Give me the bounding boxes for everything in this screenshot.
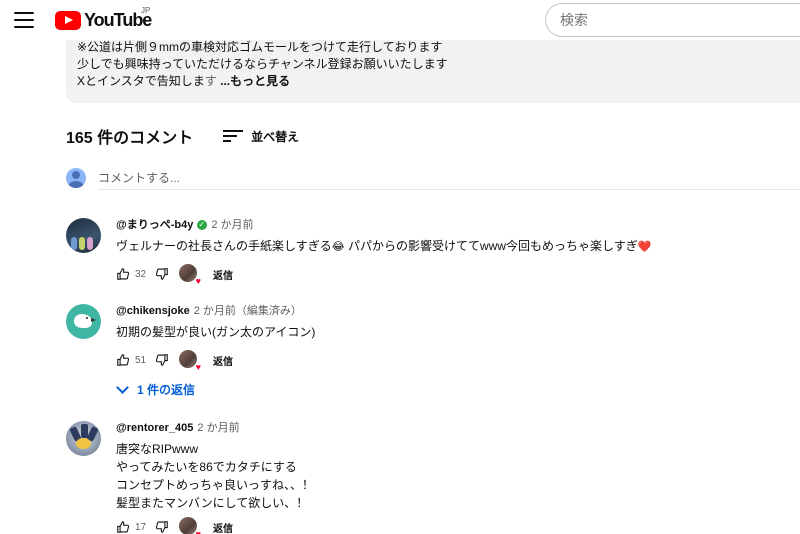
description-line: Xとインスタで告知します ...もっと見る	[77, 73, 800, 90]
sort-icon	[223, 129, 244, 143]
comment-text-part: ヴェルナーの社長さんの手紙楽しすぎる	[116, 239, 332, 253]
thumb-up-icon[interactable]	[116, 353, 130, 367]
comment-actions: 51 ♥ 返信	[116, 350, 233, 372]
comment-text-part: パパからの影響受けててwww今回もめっちゃ楽しすぎ	[347, 239, 638, 253]
menu-icon[interactable]	[14, 12, 34, 28]
comment-meta: @rentorer_405 2 か月前	[116, 421, 314, 435]
comments-header: 165 件のコメント 並べ替え	[66, 124, 299, 148]
reply-button[interactable]: 返信	[213, 520, 233, 534]
heart-emoji-icon: ❤️	[637, 241, 652, 253]
thumb-down-icon[interactable]	[155, 520, 169, 534]
replies-count: 1 件の返信	[137, 383, 196, 397]
comment-time[interactable]: 2 か月前	[211, 218, 253, 232]
sort-button[interactable]: 並べ替え	[223, 128, 299, 145]
laughing-emoji-icon: 😂	[331, 241, 345, 253]
comment-author[interactable]: @chikensjoke	[116, 304, 190, 318]
description-trail: す	[204, 74, 217, 88]
avatar	[66, 168, 86, 188]
avatar[interactable]	[66, 421, 101, 456]
sort-label: 並べ替え	[251, 129, 300, 144]
comment-body: @rentorer_405 2 か月前 唐突なRIPwww やってみたいを86で…	[116, 421, 314, 512]
creator-avatar	[179, 264, 197, 282]
thumb-up-icon[interactable]	[116, 520, 130, 534]
youtube-logo[interactable]: YouTube	[55, 10, 152, 30]
comment-text: 唐突なRIPwww やってみたいを86でカタチにする コンセプトめっちゃ良いっす…	[116, 440, 314, 512]
comment-line: 唐突なRIPwww	[116, 442, 199, 456]
youtube-play-icon	[55, 10, 81, 30]
comment-line: 髪型またマンバンにして欲しい、！	[116, 496, 309, 510]
comment-line: コンセプトめっちゃ良いっすね、、！	[116, 478, 315, 492]
comment-actions: 17 ♥ 返信	[116, 517, 233, 534]
creator-heart: ♥	[179, 517, 201, 534]
comment-author[interactable]: @rentorer_405	[116, 421, 193, 435]
creator-avatar	[179, 517, 197, 534]
video-description[interactable]: ※公道は片側９mmの車検対応ゴムモールをつけて走行しております 少しでも興味持っ…	[66, 40, 800, 103]
comment-actions: 32 ♥ 返信	[116, 264, 233, 286]
comment-thread: @rentorer_405 2 か月前 唐突なRIPwww やってみたいを86で…	[66, 421, 786, 534]
reply-button[interactable]: 返信	[213, 353, 233, 368]
comment-line: やってみたいを86でカタチにする	[116, 460, 297, 474]
description-line: 少しでも興味持っていただけるならチャンネル登録お願いいたします	[77, 57, 448, 71]
comment-thread: @まりっぺ-b4y 2 か月前 ヴェルナーの社長さんの手紙楽しすぎる😂 パパから…	[66, 218, 786, 288]
comment-text: ヴェルナーの社長さんの手紙楽しすぎる😂 パパからの影響受けててwww今回もめっち…	[116, 237, 651, 256]
verified-icon	[197, 218, 208, 232]
comment-body: @chikensjoke 2 か月前（編集済み） 初期の髪型が良い(ガン太のアイ…	[116, 304, 315, 341]
bird-icon	[74, 314, 92, 328]
show-more-button[interactable]: ...もっと見る	[220, 74, 290, 88]
description-text: Xとインスタで告知しま	[77, 74, 205, 88]
comment-time[interactable]: 2 か月前	[197, 421, 239, 435]
heart-icon: ♥	[195, 276, 201, 286]
search-input[interactable]	[545, 3, 800, 37]
creator-heart: ♥	[179, 350, 201, 372]
comment-body: @まりっぺ-b4y 2 か月前 ヴェルナーの社長さんの手紙楽しすぎる😂 パパから…	[116, 218, 651, 256]
avatar[interactable]	[66, 304, 101, 339]
thumb-up-icon[interactable]	[116, 267, 130, 281]
add-comment	[66, 166, 800, 191]
comment-text: 初期の髪型が良い(ガン太のアイコン)	[116, 325, 316, 339]
comment-meta: @chikensjoke 2 か月前（編集済み）	[116, 304, 315, 318]
heart-icon: ♥	[195, 529, 201, 534]
like-count: 32	[135, 268, 147, 280]
logo-region: JP	[141, 6, 151, 15]
thumb-down-icon[interactable]	[155, 353, 169, 367]
comment-thread: @chikensjoke 2 か月前（編集済み） 初期の髪型が良い(ガン太のアイ…	[66, 304, 786, 374]
view-replies-button[interactable]: 1 件の返信	[116, 381, 196, 398]
masthead: YouTube JP	[0, 0, 800, 40]
like-count: 17	[135, 521, 147, 533]
description-line: ※公道は片側９mmの車検対応ゴムモールをつけて走行しております	[77, 40, 443, 54]
thumb-down-icon[interactable]	[155, 267, 169, 281]
creator-heart: ♥	[179, 264, 201, 286]
chevron-down-icon	[116, 381, 129, 394]
comment-input[interactable]	[98, 166, 800, 190]
reply-button[interactable]: 返信	[213, 267, 233, 282]
like-count: 51	[135, 354, 147, 366]
comments-count: 165 件のコメント	[66, 130, 194, 147]
avatar[interactable]	[66, 218, 101, 253]
comment-meta: @まりっぺ-b4y 2 か月前	[116, 218, 651, 232]
creator-avatar	[179, 350, 197, 368]
comment-author[interactable]: @まりっぺ-b4y	[116, 218, 193, 232]
heart-icon: ♥	[195, 362, 201, 372]
comment-time[interactable]: 2 か月前（編集済み）	[194, 304, 302, 318]
